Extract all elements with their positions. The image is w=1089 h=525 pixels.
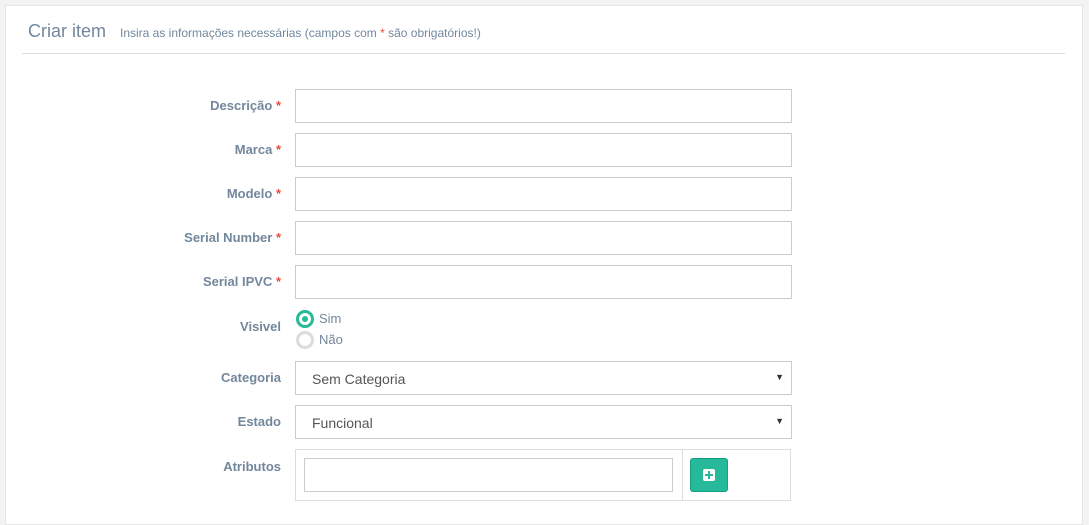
caret-down-icon: ▼ (775, 372, 784, 382)
table-cell-divider (682, 450, 683, 500)
radio-checked-icon[interactable] (296, 310, 314, 328)
categoria-select[interactable]: Sem Categoria ▼ (295, 361, 792, 395)
categoria-label: Categoria (221, 370, 281, 385)
required-star: * (275, 98, 281, 113)
estado-selected-value: Funcional (312, 415, 373, 431)
radio-option-sim[interactable]: Sim (295, 309, 405, 329)
serial-ipvc-label: Serial IPVC * (203, 274, 281, 289)
required-star: * (275, 274, 281, 289)
descricao-input[interactable] (295, 89, 792, 123)
subtitle-text-end: são obrigatórios!) (384, 26, 481, 40)
serial-ipvc-label-text: Serial IPVC (202, 274, 273, 289)
categoria-selected-value: Sem Categoria (312, 371, 406, 387)
add-attribute-button[interactable] (690, 458, 728, 492)
marca-label: Marca * (235, 142, 281, 157)
radio-label-nao: Não (319, 332, 343, 347)
marca-input[interactable] (295, 133, 792, 167)
visivel-radio-group: Sim Não (295, 309, 415, 353)
serial-number-label-text: Serial Number (184, 230, 273, 245)
form-row-visivel: Visivel Sim Não (6, 309, 1084, 353)
estado-select[interactable]: Funcional ▼ (295, 405, 792, 439)
form-row-atributos: Atributos (6, 449, 1084, 501)
radio-option-nao[interactable]: Não (295, 330, 405, 350)
atributo-input[interactable] (304, 458, 673, 492)
radio-label-sim: Sim (319, 311, 342, 326)
form-row-modelo: Modelo * (6, 177, 1084, 211)
plus-square-icon (703, 469, 715, 481)
serial-number-input[interactable] (295, 221, 792, 255)
required-star: * (275, 186, 281, 201)
atributos-label: Atributos (223, 459, 281, 474)
caret-down-icon: ▼ (775, 416, 784, 426)
page-subtitle: Insira as informações necessárias (campo… (120, 26, 481, 40)
descricao-label-text: Descrição (210, 98, 273, 113)
page-title: Criar item (28, 21, 107, 41)
modelo-input[interactable] (295, 177, 792, 211)
modelo-label-text: Modelo (226, 186, 273, 201)
form-row-descricao: Descrição * (6, 89, 1084, 123)
form-row-marca: Marca * (6, 133, 1084, 167)
radio-unchecked-icon[interactable] (296, 331, 314, 349)
form-row-serial-number: Serial Number * (6, 221, 1084, 255)
form-row-categoria: Categoria Sem Categoria ▼ (6, 361, 1084, 395)
estado-label: Estado (237, 414, 281, 429)
form-row-estado: Estado Funcional ▼ (6, 405, 1084, 439)
serial-ipvc-input[interactable] (295, 265, 792, 299)
descricao-label: Descrição * (210, 98, 281, 113)
subtitle-text-start: Insira as informações necessárias (campo… (120, 26, 381, 40)
required-star: * (275, 230, 281, 245)
atributos-table (295, 449, 791, 501)
visivel-label: Visivel (240, 319, 281, 334)
marca-label-text: Marca (234, 142, 273, 157)
create-item-panel: Criar item Insira as informações necessá… (5, 5, 1083, 525)
panel-header: Criar item Insira as informações necessá… (22, 6, 1065, 54)
required-star: * (275, 142, 281, 157)
modelo-label: Modelo * (227, 186, 281, 201)
form-row-serial-ipvc: Serial IPVC * (6, 265, 1084, 299)
serial-number-label: Serial Number * (184, 230, 281, 245)
